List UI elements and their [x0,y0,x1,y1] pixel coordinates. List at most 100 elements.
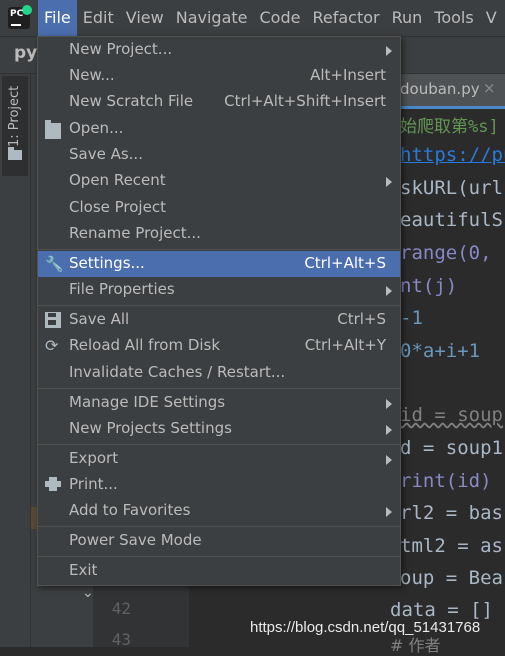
menu-item-label: Close Project [69,198,166,216]
menu-item-label: New... [69,66,115,84]
printer-icon [45,477,61,493]
editor-tab[interactable]: douban.py × [388,74,505,109]
menu-item-new[interactable]: New... Alt+Insert [38,63,400,89]
reload-icon: ⟳ [45,336,59,355]
menu-item-label: Save As... [69,145,143,163]
code-line: range(0, [400,242,503,264]
line-number: 43 [111,630,131,649]
menu-item-new-projects-settings[interactable]: New Projects Settings [38,416,400,442]
menu-item-exit[interactable]: Exit [38,558,400,584]
submenu-arrow-icon [386,399,392,409]
file-menu-dropdown: New Project... New... Alt+Insert New Scr… [37,36,401,586]
menu-item-add-to-favorites[interactable]: Add to Favorites [38,498,400,524]
shortcut-label: Alt+Insert [310,66,386,84]
menu-navigate[interactable]: Navigate [170,0,254,36]
code-line: tml2 = as [400,535,503,557]
main-menubar: PC File Edit View Navigate Code Refactor… [0,0,505,37]
menu-item-label: Export [69,449,119,467]
menu-item-label: Exit [69,561,98,579]
project-name[interactable]: py [14,43,37,63]
code-line: id = soup [400,404,503,426]
menu-item-label: New Project... [69,40,173,58]
project-tool-tab[interactable]: 1: Project [2,76,28,176]
menu-item-label: Power Save Mode [69,531,202,549]
menu-item-invalidate-caches[interactable]: Invalidate Caches / Restart... [38,360,400,386]
code-line: 0*a+i+1 [400,340,481,362]
wrench-icon: 🔧 [45,255,64,273]
menu-item-open-recent[interactable]: Open Recent [38,168,400,194]
submenu-arrow-icon [386,425,392,435]
menu-separator [38,444,400,445]
menu-code[interactable]: Code [254,0,307,36]
menu-separator [38,556,400,557]
menu-item-label: Reload All from Disk [69,336,221,354]
code-line: rint(id) [400,470,492,492]
menu-item-manage-ide-settings[interactable]: Manage IDE Settings [38,390,400,416]
shortcut-label: Ctrl+Alt+Y [304,336,386,354]
chevron-down-icon[interactable]: ⌄ [82,585,94,601]
pycharm-logo-icon: PC [8,5,32,29]
code-line: rl2 = bas [400,502,503,524]
menu-item-label: File Properties [69,280,175,298]
code-line: data = [] [390,599,493,621]
menu-view[interactable]: View [120,0,170,36]
menu-item-label: Open Recent [69,171,166,189]
menu-item-export[interactable]: Export [38,446,400,472]
menu-item-label: Open... [69,119,124,137]
close-icon[interactable]: × [483,79,496,97]
menu-item-label: Print... [69,475,118,493]
watermark-text: https://blog.csdn.net/qq_51431768 [250,619,481,636]
submenu-arrow-icon [386,455,392,465]
menu-item-label: Invalidate Caches / Restart... [69,363,286,381]
menu-item-print[interactable]: Print... [38,472,400,498]
menu-item-reload-all[interactable]: ⟳ Reload All from Disk Ctrl+Alt+Y [38,333,400,359]
code-line: nt(j) [400,275,458,297]
menu-separator [38,305,400,306]
menu-item-new-scratch-file[interactable]: New Scratch File Ctrl+Alt+Shift+Insert [38,89,400,115]
menu-item-label: Rename Project... [69,224,201,242]
menu-item-file-properties[interactable]: File Properties [38,277,400,303]
code-line: skURL(url [400,177,503,199]
menu-item-close-project[interactable]: Close Project [38,195,400,221]
menu-item-save-as[interactable]: Save As... [38,142,400,168]
folder-icon [8,147,22,160]
menu-item-label: Manage IDE Settings [69,393,226,411]
menu-tools[interactable]: Tools [428,0,479,36]
menu-edit[interactable]: Edit [77,0,120,36]
menu-vcs[interactable]: V [480,0,503,36]
menu-item-settings[interactable]: 🔧 Settings... Ctrl+Alt+S [38,251,400,277]
submenu-arrow-icon [386,177,392,187]
menu-item-label: Save All [69,310,130,328]
menu-item-label: Add to Favorites [69,501,191,519]
submenu-arrow-icon [386,286,392,296]
menu-file[interactable]: File [38,0,77,36]
shortcut-label: Ctrl+Alt+Shift+Insert [224,92,386,110]
code-line: eautifulS [400,209,503,231]
menu-item-label: Settings... [69,254,145,272]
code-line: https://pu [400,144,505,166]
menu-refactor[interactable]: Refactor [306,0,385,36]
project-tab-label: 1: Project [7,85,22,147]
shortcut-label: Ctrl+Alt+S [304,254,386,272]
code-line: oup = Bea [400,567,503,589]
code-line: -1 [400,307,423,329]
menu-item-label: New Scratch File [69,92,194,110]
submenu-arrow-icon [386,46,392,56]
code-line: 始爬取第%s] [400,117,499,137]
menu-separator [38,388,400,389]
menu-item-label: New Projects Settings [69,419,232,437]
submenu-arrow-icon [386,507,392,517]
menu-run[interactable]: Run [386,0,429,36]
menu-item-new-project[interactable]: New Project... [38,37,400,63]
menu-separator [38,526,400,527]
save-icon [45,312,61,328]
code-line: d = soup1 [400,437,503,459]
shortcut-label: Ctrl+S [337,310,386,328]
editor-tab-name: douban.py [400,80,480,98]
menu-item-rename-project[interactable]: Rename Project... [38,221,400,247]
menu-separator [38,249,400,250]
menu-item-open[interactable]: Open... [38,116,400,142]
menu-item-power-save-mode[interactable]: Power Save Mode [38,528,400,554]
line-number: 42 [111,599,131,618]
menu-item-save-all[interactable]: Save All Ctrl+S [38,307,400,333]
